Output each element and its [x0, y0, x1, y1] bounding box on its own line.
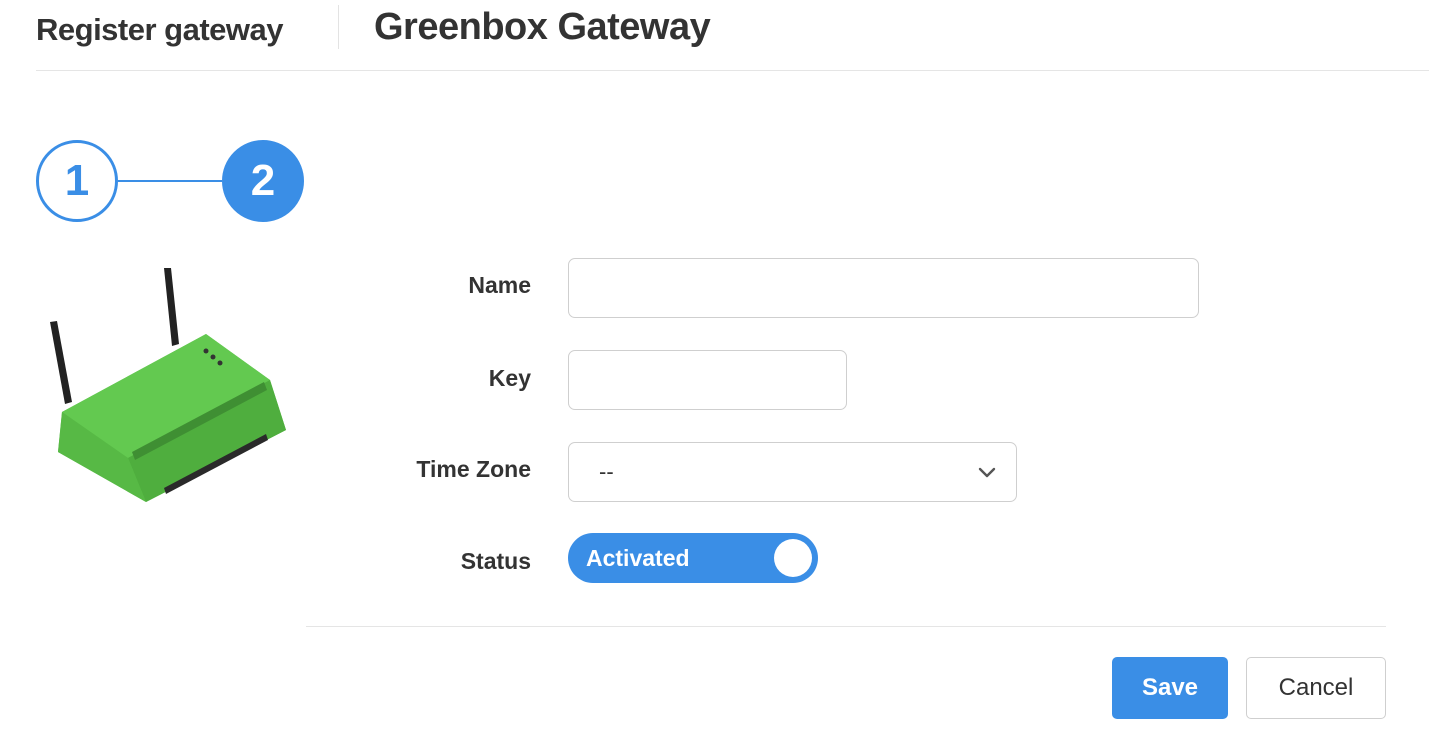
register-gateway-page: Register gateway Greenbox Gateway 1 2 Na… [0, 0, 1429, 754]
breadcrumb[interactable]: Register gateway [36, 12, 284, 48]
step-connector [118, 180, 222, 182]
wizard-stepper: 1 2 [36, 140, 306, 222]
cancel-button[interactable]: Cancel [1246, 657, 1386, 719]
timezone-value: -- [599, 459, 614, 484]
gateway-router-icon [50, 268, 286, 502]
step-2: 2 [222, 140, 304, 222]
form-divider [306, 626, 1386, 627]
page-title: Greenbox Gateway [374, 6, 711, 48]
status-toggle-text: Activated [586, 544, 690, 571]
status-label: Status [460, 548, 531, 574]
gateway-device-image [40, 262, 300, 522]
name-input[interactable] [568, 258, 1199, 318]
timezone-select[interactable]: -- [568, 442, 1017, 502]
key-label: Key [488, 365, 531, 391]
timezone-label: Time Zone [416, 456, 531, 482]
page-header: Register gateway Greenbox Gateway [36, 0, 1429, 71]
save-button[interactable]: Save [1112, 657, 1228, 719]
step-1[interactable]: 1 [36, 140, 118, 222]
name-label: Name [468, 272, 531, 298]
chevron-down-icon [978, 467, 996, 478]
toggle-knob [774, 539, 812, 577]
header-divider [338, 5, 339, 49]
key-input[interactable] [568, 350, 847, 410]
status-toggle[interactable]: Activated [568, 533, 818, 583]
